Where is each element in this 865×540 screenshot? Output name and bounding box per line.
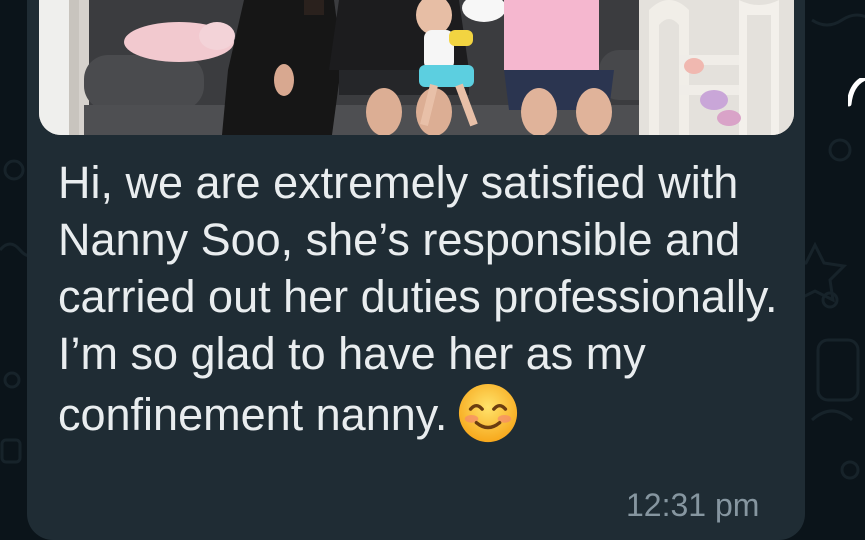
message-timestamp: 12:31 pm [626, 487, 760, 523]
message-photo[interactable] [39, 0, 794, 135]
forward-arrow-icon[interactable] [848, 78, 865, 108]
message-text: Hi, we are extremely satisfied with Nann… [58, 154, 778, 444]
smiling-face-emoji-icon [457, 382, 519, 444]
message-body: Hi, we are extremely satisfied with Nann… [58, 157, 778, 440]
family-photo [39, 0, 794, 135]
